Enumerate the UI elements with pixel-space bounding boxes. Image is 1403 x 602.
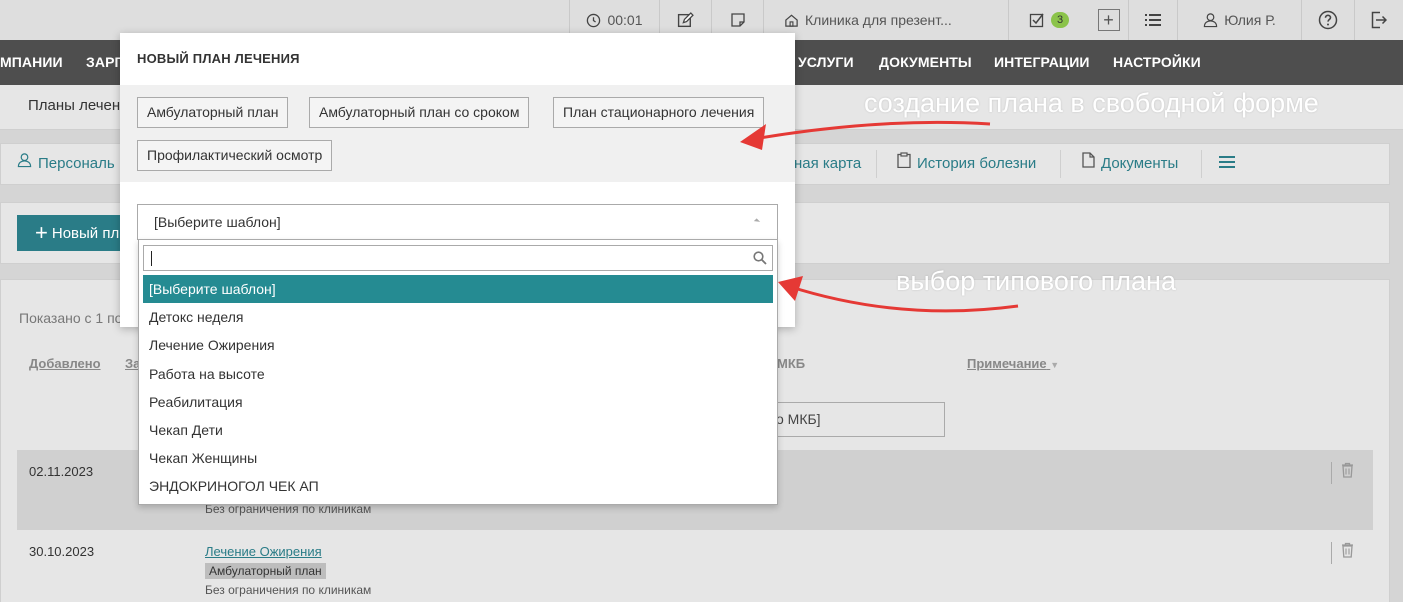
arrow-free-form [747,120,991,142]
annotation-arrows [740,120,1019,313]
arrow-free-form-head [740,124,766,150]
arrow-template [787,284,1019,313]
